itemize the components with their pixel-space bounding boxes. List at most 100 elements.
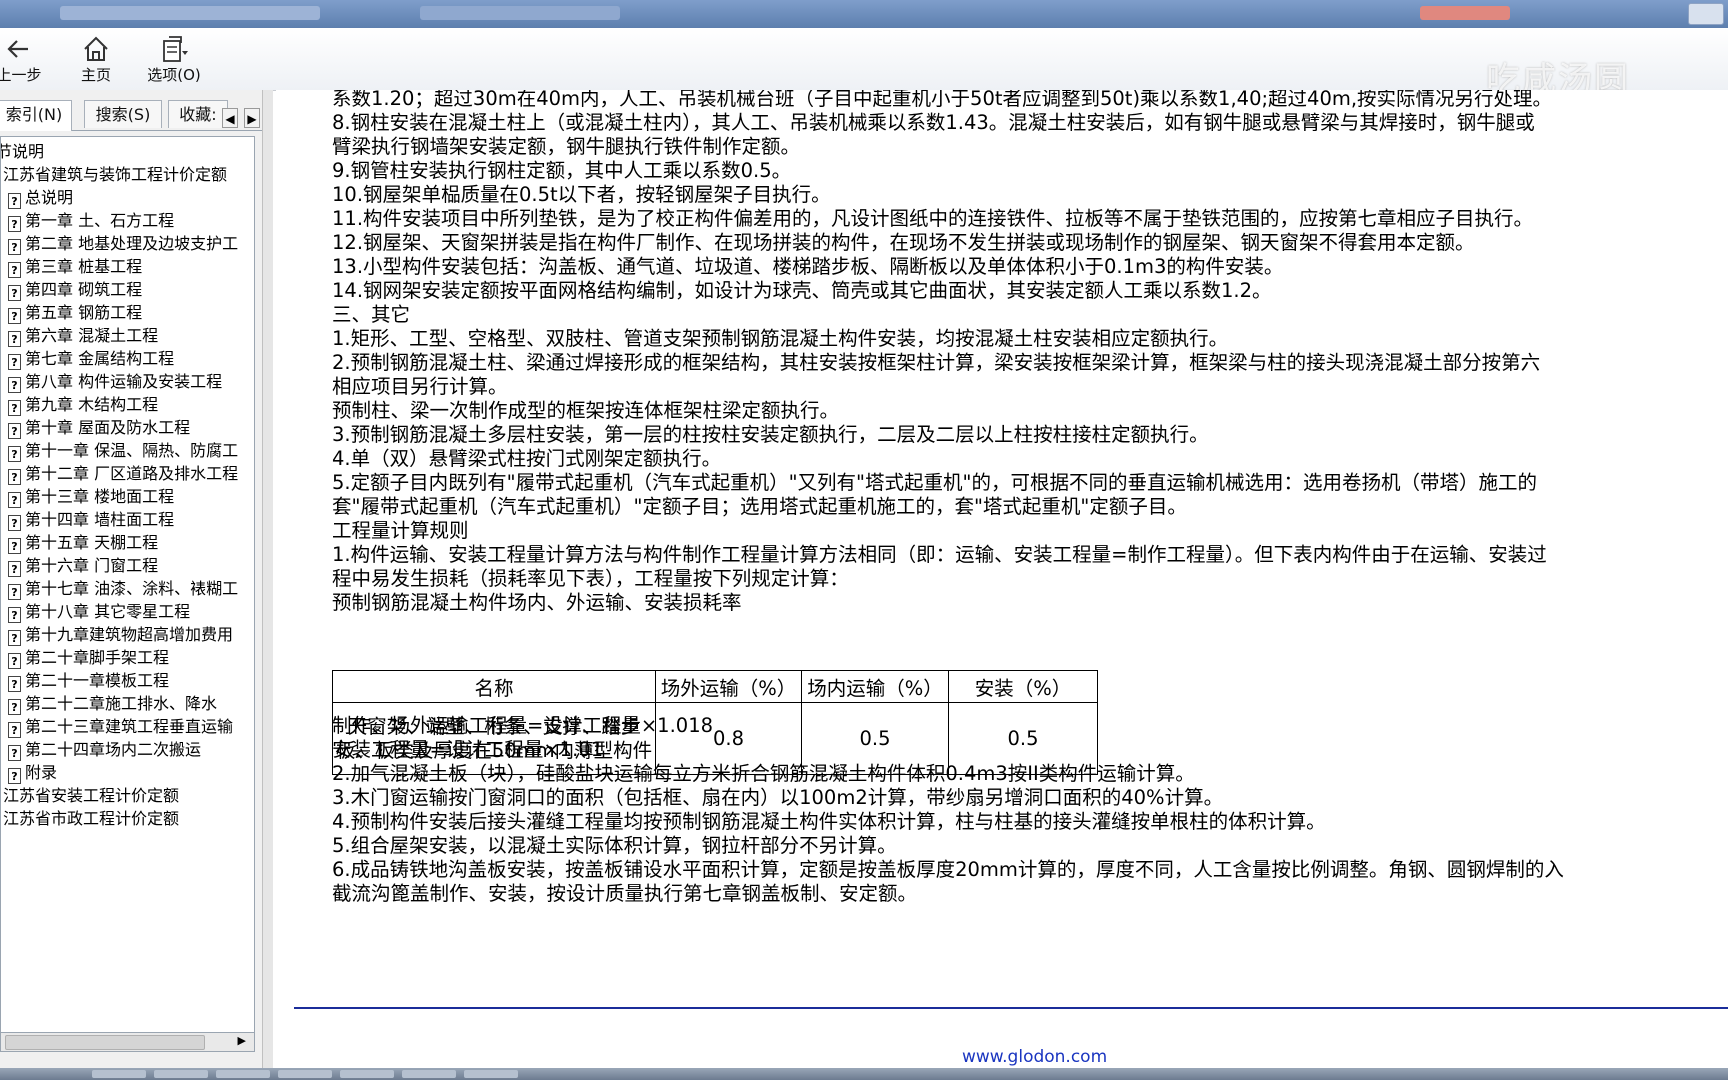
options-button[interactable]: 选项(O) — [140, 34, 208, 85]
table-header-cell: 安装（%） — [948, 670, 1098, 703]
content-line: 12.钢屋架、天窗架拼装是指在构件厂制作、在现场拼装的构件，在现场不发生拼装或现… — [332, 231, 1475, 254]
help-topic-icon: ? — [8, 469, 21, 485]
tab-scroll-left-button[interactable]: ◀ — [222, 108, 238, 128]
content-line: 2.加气混凝土板（块），硅酸盐块运输每立方米折合钢筋混凝土构件体积0.4m3按I… — [332, 762, 1195, 785]
tree-item[interactable]: ? 第六章 混凝土工程 — [8, 324, 158, 347]
help-topic-icon: ? — [8, 653, 21, 669]
content-line: 9.钢管柱安装执行钢柱定额，其中人工乘以系数0.5。 — [332, 159, 792, 182]
tree-item[interactable]: ? 第十一章 保温、隔热、防腐工 — [8, 439, 238, 462]
help-topic-icon: ? — [8, 193, 21, 209]
content-line: 系数1.20；超过30m在40m内，人工、吊装机械台班（子目中起重机小于50t者… — [332, 90, 1553, 110]
tree-item[interactable]: ? 第四章 砌筑工程 — [8, 278, 142, 301]
content-line: 2.预制钢筋混凝土柱、梁通过焊接形成的框架结构，其柱安装按框架柱计算，梁安装按框… — [332, 351, 1541, 374]
content-line: 10.钢屋架单榀质量在0.5t以下者，按轻钢屋架子目执行。 — [332, 183, 831, 206]
taskbar-item[interactable] — [340, 1070, 394, 1078]
help-topic-icon: ? — [8, 354, 21, 370]
navigation-pane: 索引(N) 搜索(S) 收藏: ◀ ▶ 节说明 江苏省建筑与装饰工程计价定额 ?… — [0, 90, 262, 1068]
content-line: 11.构件安装项目中所列垫铁，是为了校正构件偏差用的，凡设计图纸中的连接铁件、拉… — [332, 207, 1534, 230]
scrollbar-thumb[interactable] — [5, 1035, 205, 1050]
title-blur — [1420, 6, 1510, 20]
help-topic-icon: ? — [8, 308, 21, 324]
tree-item[interactable]: ? 第十九章建筑物超高增加费用 — [8, 623, 233, 646]
nav-tabs: 索引(N) 搜索(S) 收藏: ◀ ▶ — [0, 98, 262, 131]
tree-item[interactable]: 节说明 — [1, 140, 44, 163]
tree-item[interactable]: ? 附录 — [8, 761, 57, 784]
tree-item[interactable]: ? 总说明 — [8, 186, 73, 209]
help-topic-icon: ? — [8, 538, 21, 554]
content-line: 4.单（双）悬臂梁式柱按门式刚架定额执行。 — [332, 447, 722, 470]
content-line: 1.构件运输、安装工程量计算方法与构件制作工程量计算方法相同（即：运输、安装工程… — [332, 543, 1547, 566]
title-blur — [60, 6, 320, 20]
tree-item[interactable]: ? 第二章 地基处理及边坡支护工 — [8, 232, 238, 255]
tree-item[interactable]: ? 第五章 钢筋工程 — [8, 301, 142, 324]
tab-favorites[interactable]: 收藏: — [168, 100, 228, 128]
tree-item[interactable]: ? 第十四章 墙柱面工程 — [8, 508, 174, 531]
taskbar-item[interactable] — [154, 1070, 208, 1078]
taskbar-item[interactable] — [216, 1070, 270, 1078]
window-title-bar — [0, 0, 1728, 28]
tree-item[interactable]: ? 第十二章 厂区道路及排水工程 — [8, 462, 238, 485]
tree-item[interactable]: 江苏省安装工程计价定额 — [3, 784, 179, 807]
tree-item[interactable]: ? 第二十三章建筑工程垂直运输 — [8, 715, 233, 738]
content-line: 4.预制构件安装后接头灌缝工程量均按预制钢筋混凝土构件实体积计算，柱与柱基的接头… — [332, 810, 1326, 833]
content-line: 相应项目另行计算。 — [332, 375, 508, 398]
table-header-cell: 名称 — [332, 670, 656, 703]
help-topic-icon: ? — [8, 216, 21, 232]
content-line: 套"履带式起重机（汽车式起重机）"定额子目；选用塔式起重机施工的，套"塔式起重机… — [332, 495, 1187, 518]
help-topic-icon: ? — [8, 515, 21, 531]
back-arrow-icon — [7, 40, 28, 58]
help-topic-icon: ? — [8, 400, 21, 416]
title-blur — [420, 6, 620, 20]
footer-divider — [294, 1007, 1728, 1009]
tree-item[interactable]: 江苏省市政工程计价定额 — [3, 807, 179, 830]
taskbar-item[interactable] — [92, 1070, 146, 1078]
tree-horizontal-scrollbar[interactable]: ▶ — [0, 1032, 255, 1052]
tab-scroll-right-button[interactable]: ▶ — [244, 108, 260, 128]
help-topic-icon: ? — [8, 607, 21, 623]
help-topic-icon: ? — [8, 561, 21, 577]
content-line: 安装工程量=设计工程量×1.01 — [332, 738, 604, 761]
tab-search[interactable]: 搜索(S) — [84, 100, 162, 128]
tree-item[interactable]: ? 第三章 桩基工程 — [8, 255, 142, 278]
taskbar-item[interactable] — [278, 1070, 332, 1078]
tree-item[interactable]: ? 第九章 木结构工程 — [8, 393, 158, 416]
tree-item[interactable]: ? 第十八章 其它零星工程 — [8, 600, 190, 623]
tree-item[interactable]: 江苏省建筑与装饰工程计价定额 — [3, 163, 227, 186]
tree-item[interactable]: ? 第八章 构件运输及安装工程 — [8, 370, 222, 393]
tree-item[interactable]: ? 第一章 土、石方工程 — [8, 209, 174, 232]
help-topic-icon: ? — [8, 699, 21, 715]
content-line: 13.小型构件安装包括：沟盖板、通气道、垃圾道、楼梯踏步板、隔断板以及单体体积小… — [332, 255, 1284, 278]
tree-item[interactable]: ? 第十三章 楼地面工程 — [8, 485, 174, 508]
content-line: 制作、场外运输工程量=设计工程量×1.018 — [332, 714, 714, 737]
tree-item[interactable]: ? 第十六章 门窗工程 — [8, 554, 158, 577]
tree-item[interactable]: ? 第二十章脚手架工程 — [8, 646, 169, 669]
content-line: 工程量计算规则 — [332, 519, 469, 542]
tree-item[interactable]: ? 第二十四章场内二次搬运 — [8, 738, 201, 761]
tree-item[interactable]: ? 第二十二章施工排水、降水 — [8, 692, 217, 715]
taskbar-item[interactable] — [402, 1070, 456, 1078]
scroll-right-arrow-icon[interactable]: ▶ — [238, 1034, 246, 1047]
content-line: 3.木门窗运输按门窗洞口的面积（包括框、扇在内）以100m2计算，带纱扇另增洞口… — [332, 786, 1224, 809]
tree-item[interactable]: ? 第十七章 油漆、涂料、裱糊工 — [8, 577, 238, 600]
content-line: 预制柱、梁一次制作成型的框架按连体框架柱梁定额执行。 — [332, 399, 840, 422]
taskbar-item[interactable] — [464, 1070, 518, 1078]
content-pane: 系数1.20；超过30m在40m内，人工、吊装机械台班（子目中起重机小于50t者… — [276, 90, 1728, 1068]
pane-splitter[interactable] — [262, 90, 273, 1068]
help-topic-icon: ? — [8, 630, 21, 646]
tree-item[interactable]: ? 第十章 屋面及防水工程 — [8, 416, 190, 439]
help-topic-icon: ? — [8, 676, 21, 692]
tree-item[interactable]: ? 第七章 金属结构工程 — [8, 347, 174, 370]
window-restore-button[interactable] — [1688, 3, 1724, 25]
help-topic-icon: ? — [8, 262, 21, 278]
help-topic-icon: ? — [8, 768, 21, 784]
toolbar: 上一步 主页 选项(O) — [0, 28, 1728, 91]
glodon-website-link[interactable]: www.glodon.com — [962, 1047, 1107, 1067]
help-topic-icon: ? — [8, 239, 21, 255]
home-button[interactable]: 主页 — [76, 34, 116, 85]
tab-index[interactable]: 索引(N) — [0, 100, 72, 131]
tree-item[interactable]: ? 第十五章 天棚工程 — [8, 531, 158, 554]
tree-item[interactable]: ? 第二十一章模板工程 — [8, 669, 169, 692]
content-line: 臂梁执行钢墙架安装定额，钢牛腿执行铁件制作定额。 — [332, 135, 801, 158]
help-topic-icon: ? — [8, 745, 21, 761]
back-button[interactable]: 上一步 — [0, 34, 50, 85]
